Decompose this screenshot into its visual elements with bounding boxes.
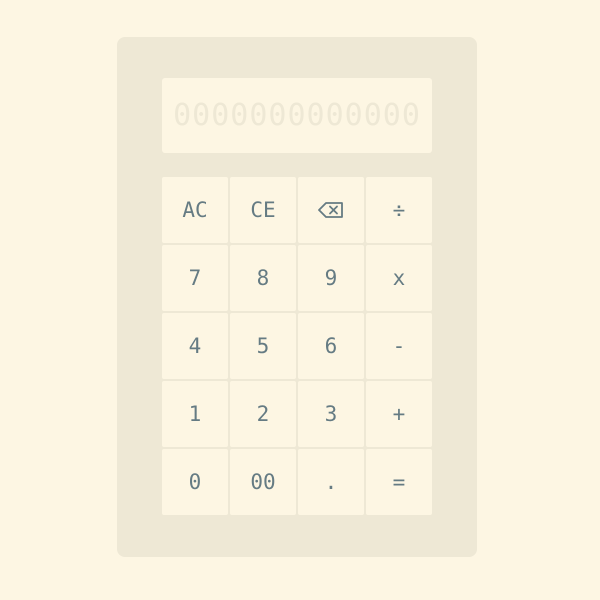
digit-6-button[interactable]: 6	[298, 313, 364, 379]
key-label: x	[392, 266, 406, 290]
all-clear-button[interactable]: AC	[162, 177, 228, 243]
key-label: 8	[256, 266, 270, 290]
key-label: 2	[256, 402, 270, 426]
clear-entry-button[interactable]: CE	[230, 177, 296, 243]
backspace-icon	[318, 201, 344, 219]
key-label: .	[324, 470, 338, 494]
backspace-button[interactable]	[298, 177, 364, 243]
digit-9-button[interactable]: 9	[298, 245, 364, 311]
key-label: =	[392, 470, 406, 494]
key-label: 9	[324, 266, 338, 290]
key-label: 0	[188, 470, 202, 494]
digit-7-button[interactable]: 7	[162, 245, 228, 311]
decimal-point-button[interactable]: .	[298, 449, 364, 515]
key-label: AC	[182, 198, 208, 222]
digit-0-button[interactable]: 0	[162, 449, 228, 515]
key-label: -	[392, 334, 406, 358]
digit-3-button[interactable]: 3	[298, 381, 364, 447]
double-zero-button[interactable]: 00	[230, 449, 296, 515]
display-segment-background: 0000000000000	[173, 98, 421, 133]
key-label: 5	[256, 334, 270, 358]
keypad: AC CE ÷ 7 8 9 x 4 5 6 - 1 2 3 + 0 00 . =	[162, 177, 432, 515]
key-label: 4	[188, 334, 202, 358]
digit-1-button[interactable]: 1	[162, 381, 228, 447]
digit-2-button[interactable]: 2	[230, 381, 296, 447]
digit-8-button[interactable]: 8	[230, 245, 296, 311]
subtract-button[interactable]: -	[366, 313, 432, 379]
calculator-display: 0000000000000	[162, 78, 432, 153]
digit-4-button[interactable]: 4	[162, 313, 228, 379]
equals-button[interactable]: =	[366, 449, 432, 515]
key-label: 1	[188, 402, 202, 426]
key-label: +	[392, 402, 406, 426]
key-label: CE	[250, 198, 276, 222]
key-label: ÷	[392, 198, 406, 222]
divide-button[interactable]: ÷	[366, 177, 432, 243]
key-label: 6	[324, 334, 338, 358]
key-label: 3	[324, 402, 338, 426]
digit-5-button[interactable]: 5	[230, 313, 296, 379]
multiply-button[interactable]: x	[366, 245, 432, 311]
calculator-body: 0000000000000 AC CE ÷ 7 8 9 x 4 5 6 - 1 …	[117, 37, 477, 557]
key-label: 00	[250, 470, 276, 494]
key-label: 7	[188, 266, 202, 290]
add-button[interactable]: +	[366, 381, 432, 447]
